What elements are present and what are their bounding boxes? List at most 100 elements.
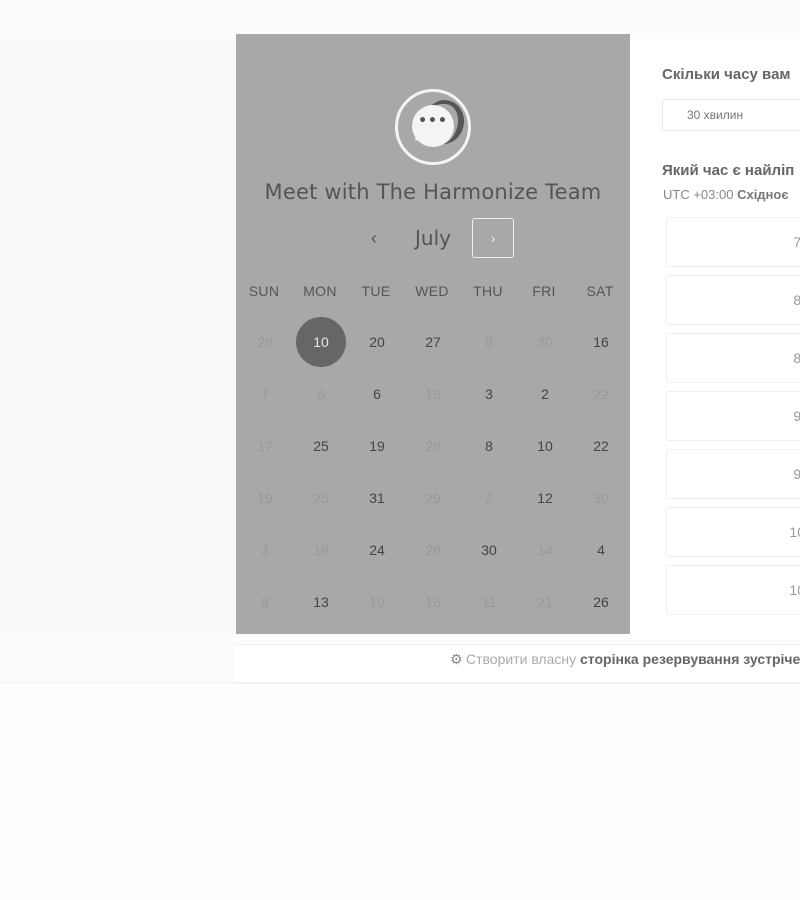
time-slot-label: 10 bbox=[789, 524, 800, 540]
duration-select[interactable]: 30 хвилин bbox=[662, 99, 800, 131]
calendar-day[interactable]: 31 bbox=[349, 472, 405, 524]
calendar-day-number: 24 bbox=[369, 542, 385, 558]
calendar-day-number: 10 bbox=[369, 594, 385, 610]
calendar-day[interactable]: 22 bbox=[573, 420, 629, 472]
calendar-day-number: 6 bbox=[317, 386, 325, 402]
calendar-day-selected[interactable]: 10 bbox=[293, 316, 349, 368]
calendar-day[interactable]: 13 bbox=[293, 576, 349, 628]
footer: ⚙ Створити власну сторінка резервування з… bbox=[234, 644, 800, 684]
calendar-day: 10 bbox=[349, 576, 405, 628]
calendar-day-number: 8 bbox=[261, 594, 269, 610]
booking-panel: Скільки часу вам 30 хвилин Який час є на… bbox=[630, 38, 800, 638]
calendar-day-number: 29 bbox=[425, 490, 441, 506]
calendar-week: 7 6 6 18 3 2 22 bbox=[236, 368, 630, 420]
calendar-day: 22 bbox=[573, 368, 629, 420]
calendar-day-number: 16 bbox=[593, 334, 609, 350]
left-margin bbox=[0, 38, 236, 638]
next-month-button[interactable]: › bbox=[472, 218, 514, 258]
time-question: Який час є найліп bbox=[662, 162, 795, 179]
calendar-day: 6 bbox=[293, 368, 349, 420]
calendar-day-number: 13 bbox=[313, 594, 329, 610]
calendar-day[interactable]: 26 bbox=[573, 576, 629, 628]
weekday-mon: MON bbox=[303, 283, 337, 299]
calendar-day[interactable]: 8 bbox=[461, 420, 517, 472]
month-navigation: ‹ July › bbox=[236, 218, 630, 258]
calendar-day-number: 30 bbox=[593, 490, 609, 506]
calendar-day-number: 19 bbox=[369, 438, 385, 454]
time-slot-button[interactable]: 7: bbox=[666, 217, 800, 267]
calendar-day-number: 19 bbox=[313, 542, 329, 558]
calendar-day-number: 16 bbox=[425, 594, 441, 610]
prev-month-button[interactable]: ‹ bbox=[356, 218, 392, 258]
calendar-day[interactable]: 2 bbox=[517, 368, 573, 420]
calendar-day: 17 bbox=[237, 420, 293, 472]
hubspot-sprocket-icon: ⚙ bbox=[450, 651, 463, 667]
time-slot-label: 9: bbox=[793, 466, 800, 482]
calendar-day[interactable]: 27 bbox=[405, 316, 461, 368]
time-slot-button[interactable]: 8: bbox=[666, 333, 800, 383]
calendar-day-number: 3 bbox=[485, 386, 493, 402]
calendar-week: 8 13 10 16 11 21 26 bbox=[236, 576, 630, 628]
calendar-day-number: 21 bbox=[537, 594, 553, 610]
calendar-day: 21 bbox=[517, 576, 573, 628]
calendar-day[interactable]: 10 bbox=[517, 420, 573, 472]
calendar-day-number: 27 bbox=[425, 334, 441, 350]
calendar-day[interactable]: 6 bbox=[349, 368, 405, 420]
calendar-day: 26 bbox=[405, 524, 461, 576]
time-slot-list: 7: 8: 8: 9: 9: 10 10 bbox=[666, 217, 800, 623]
calendar-day[interactable]: 24 bbox=[349, 524, 405, 576]
calendar-day[interactable]: 19 bbox=[349, 420, 405, 472]
duration-question: Скільки часу вам bbox=[662, 66, 791, 83]
time-slot-label: 7: bbox=[793, 234, 800, 250]
time-slot-button[interactable]: 9: bbox=[666, 449, 800, 499]
calendar-day: 25 bbox=[293, 472, 349, 524]
calendar-day: 14 bbox=[517, 524, 573, 576]
calendar-day[interactable]: 25 bbox=[293, 420, 349, 472]
calendar-day: 30 bbox=[517, 316, 573, 368]
timezone-name: Східноє bbox=[737, 187, 789, 202]
calendar-day[interactable]: 20 bbox=[349, 316, 405, 368]
calendar-day: 11 bbox=[461, 576, 517, 628]
calendar-day-number: 11 bbox=[481, 594, 497, 610]
calendar-day: 2 bbox=[461, 472, 517, 524]
calendar-day-number: 22 bbox=[593, 438, 609, 454]
calendar-day-number: 8 bbox=[485, 438, 493, 454]
weekday-header: SUN MON TUE WED THU FRI SAT bbox=[236, 283, 630, 301]
calendar-day-number: 25 bbox=[313, 438, 329, 454]
calendar-day: 28 bbox=[237, 316, 293, 368]
calendar-day-number: 17 bbox=[257, 438, 273, 454]
ellipsis-icon: ••• bbox=[418, 113, 448, 129]
calendar-day: 18 bbox=[405, 368, 461, 420]
calendar-day-number: 6 bbox=[373, 386, 381, 402]
calendar-day-number: 28 bbox=[257, 334, 273, 350]
timezone-offset: UTC +03:00 bbox=[663, 187, 734, 202]
calendar-week: 28 10 20 27 8 30 16 bbox=[236, 316, 630, 368]
weekday-fri: FRI bbox=[532, 283, 556, 299]
calendar-day-number: 26 bbox=[593, 594, 609, 610]
calendar-day: 3 bbox=[237, 524, 293, 576]
calendar-day-number: 4 bbox=[597, 542, 605, 558]
footer-divider bbox=[0, 682, 800, 683]
calendar-day-number: 14 bbox=[537, 542, 553, 558]
calendar-day-number: 2 bbox=[485, 490, 493, 506]
time-slot-label: 8: bbox=[793, 350, 800, 366]
calendar-day[interactable]: 4 bbox=[573, 524, 629, 576]
time-slot-button[interactable]: 10 bbox=[666, 565, 800, 615]
calendar-day: 16 bbox=[405, 576, 461, 628]
calendar-day-number: 3 bbox=[261, 542, 269, 558]
footer-left-margin bbox=[0, 638, 234, 682]
calendar-day[interactable]: 16 bbox=[573, 316, 629, 368]
calendar-day-number: 26 bbox=[425, 542, 441, 558]
time-slot-button[interactable]: 10 bbox=[666, 507, 800, 557]
calendar-day-number: 2 bbox=[541, 386, 549, 402]
time-slot-label: 9: bbox=[793, 408, 800, 424]
calendar-day[interactable]: 12 bbox=[517, 472, 573, 524]
calendar-week: 3 19 24 26 30 14 4 bbox=[236, 524, 630, 576]
footer-link[interactable]: сторінка резервування зустріче bbox=[580, 651, 800, 667]
time-slot-button[interactable]: 8: bbox=[666, 275, 800, 325]
time-slot-button[interactable]: 9: bbox=[666, 391, 800, 441]
meeting-title: Meet with The Harmonize Team bbox=[264, 180, 602, 204]
calendar-day[interactable]: 3 bbox=[461, 368, 517, 420]
calendar-day-number: 20 bbox=[369, 334, 385, 350]
calendar-day[interactable]: 30 bbox=[461, 524, 517, 576]
